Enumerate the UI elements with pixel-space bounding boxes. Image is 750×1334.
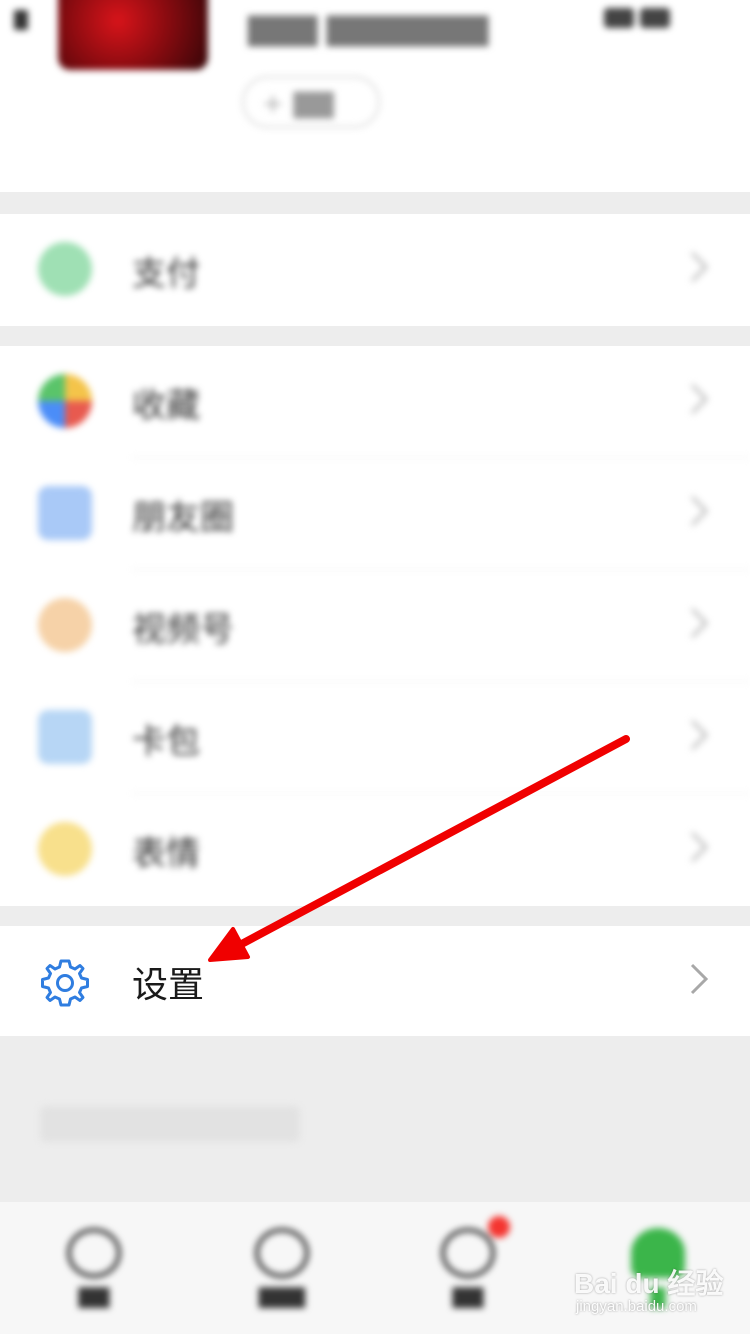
tab-label: ▇▇	[78, 1284, 110, 1308]
status-button[interactable]: + ▇▇	[242, 76, 380, 128]
blurred-content	[40, 1106, 300, 1142]
menu-item-settings[interactable]: 设置	[0, 926, 750, 1036]
tab-contacts[interactable]: ▇▇▇	[222, 1220, 342, 1320]
favorites-icon	[38, 374, 92, 428]
menu-item-label: 支付	[132, 254, 200, 294]
chevron-right-icon	[690, 251, 709, 283]
menu-item-card-wallet[interactable]: 卡包	[0, 682, 750, 794]
menu-item-label: 卡包	[132, 722, 200, 762]
menu-item-label: 朋友圈	[132, 498, 234, 538]
notification-badge	[488, 1216, 510, 1238]
chevron-right-icon	[690, 607, 709, 639]
pay-icon	[38, 242, 92, 296]
chevron-right-icon	[690, 963, 709, 995]
channels-icon	[38, 598, 92, 652]
settings-card: 设置	[0, 926, 750, 1036]
menu-item-label: 收藏	[132, 386, 200, 426]
menu-item-moments[interactable]: 朋友圈	[0, 458, 750, 570]
qr-code-icon[interactable]	[604, 8, 714, 36]
watermark-url: jingyan.baidu.com	[576, 1298, 697, 1315]
menu-item-label: 视频号	[132, 610, 234, 650]
menu-item-stickers[interactable]: 表情	[0, 794, 750, 906]
tab-discover[interactable]: ▇▇	[408, 1220, 528, 1320]
chevron-right-icon	[690, 495, 709, 527]
menu-item-pay[interactable]: 支付	[0, 214, 750, 326]
gear-icon	[41, 959, 89, 1007]
menu-item-favorites[interactable]: 收藏	[0, 346, 750, 458]
compass-icon	[441, 1228, 495, 1278]
watermark-brand: Bai du 经验	[574, 1268, 724, 1299]
moments-icon	[38, 486, 92, 540]
pay-card: 支付	[0, 214, 750, 326]
tab-label: ▇▇▇	[258, 1284, 306, 1308]
tab-label: ▇▇	[452, 1284, 484, 1308]
chat-icon	[67, 1228, 121, 1278]
sticker-icon	[38, 822, 92, 876]
settings-label: 设置	[132, 965, 205, 1006]
back-icon[interactable]	[14, 10, 28, 30]
tab-chats[interactable]: ▇▇	[34, 1220, 154, 1320]
profile-header: ▇▇▇ ▇▇▇▇▇▇▇ + ▇▇	[0, 0, 750, 192]
services-card: 收藏 朋友圈 视频号 卡包 表情	[0, 346, 750, 906]
chevron-right-icon	[690, 383, 709, 415]
profile-name: ▇▇▇ ▇▇▇▇▇▇▇	[248, 12, 489, 47]
avatar[interactable]	[58, 0, 208, 70]
menu-item-label: 表情	[132, 834, 200, 874]
card-wallet-icon	[38, 710, 92, 764]
contacts-icon	[255, 1228, 309, 1278]
watermark: Bai du 经验 jingyan.baidu.com	[574, 1262, 744, 1324]
chevron-right-icon	[690, 831, 709, 863]
menu-item-channels[interactable]: 视频号	[0, 570, 750, 682]
chevron-right-icon	[690, 719, 709, 751]
